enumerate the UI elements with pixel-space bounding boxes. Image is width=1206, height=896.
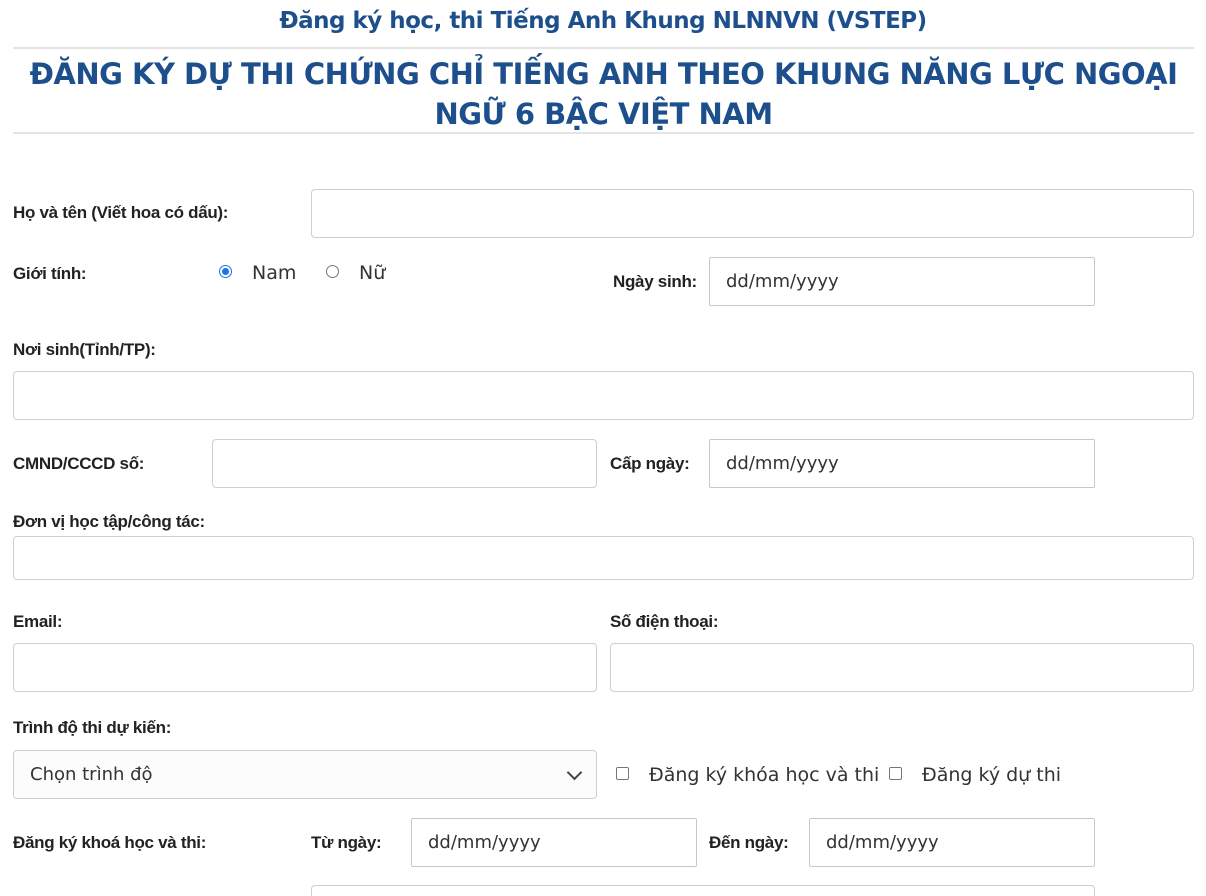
course-exam-label: Đăng ký khoá học và thi: <box>13 833 207 852</box>
site-title: Đăng ký học, thi Tiếng Anh Khung NLNNVN … <box>279 8 927 34</box>
issue-date-input[interactable]: dd/mm/yyyy <box>709 439 1095 488</box>
exam-only-checkbox[interactable] <box>889 767 902 780</box>
to-date-input[interactable]: dd/mm/yyyy <box>809 818 1095 867</box>
workplace-input[interactable] <box>13 536 1194 580</box>
issue-date-label: Cấp ngày: <box>610 454 690 473</box>
gender-radio-male[interactable] <box>219 265 232 278</box>
from-date-label: Từ ngày: <box>311 833 382 852</box>
phone-label: Số điện thoại: <box>610 612 719 631</box>
full-name-input[interactable] <box>311 189 1194 238</box>
gender-radio-female[interactable] <box>326 265 339 278</box>
email-input[interactable] <box>13 643 597 692</box>
level-select-value: Chọn trình độ <box>30 764 153 785</box>
level-label: Trình độ thi dự kiến: <box>13 718 172 737</box>
gender-option-female-label: Nữ <box>359 262 386 284</box>
chevron-down-icon <box>566 764 583 780</box>
birth-place-label: Nơi sinh(Tỉnh/TP): <box>13 340 156 359</box>
exam-only-checkbox-label: Đăng ký dự thi <box>922 764 1062 786</box>
gender-option-male-label: Nam <box>252 262 297 284</box>
full-name-label: Họ và tên (Viết hoa có dấu): <box>13 203 229 222</box>
to-date-label: Đến ngày: <box>709 833 789 852</box>
gender-label: Giới tính: <box>13 264 87 283</box>
next-field-input[interactable] <box>311 885 1095 896</box>
email-label: Email: <box>13 612 63 631</box>
level-select[interactable]: Chọn trình độ <box>13 750 597 799</box>
id-number-input[interactable] <box>212 439 597 488</box>
birth-place-input[interactable] <box>13 371 1194 420</box>
birth-date-label: Ngày sinh: <box>613 272 697 291</box>
phone-input[interactable] <box>610 643 1194 692</box>
course-exam-checkbox[interactable] <box>616 767 629 780</box>
workplace-label: Đơn vị học tập/công tác: <box>13 512 205 531</box>
course-exam-checkbox-label: Đăng ký khóa học và thi <box>649 764 880 786</box>
divider <box>13 132 1194 134</box>
from-date-input[interactable]: dd/mm/yyyy <box>411 818 697 867</box>
birth-date-input[interactable]: dd/mm/yyyy <box>709 257 1095 306</box>
page-title: ĐĂNG KÝ DỰ THI CHỨNG CHỈ TIẾNG ANH THEO … <box>29 57 1178 131</box>
id-number-label: CMND/CCCD số: <box>13 454 145 473</box>
divider <box>13 47 1194 49</box>
